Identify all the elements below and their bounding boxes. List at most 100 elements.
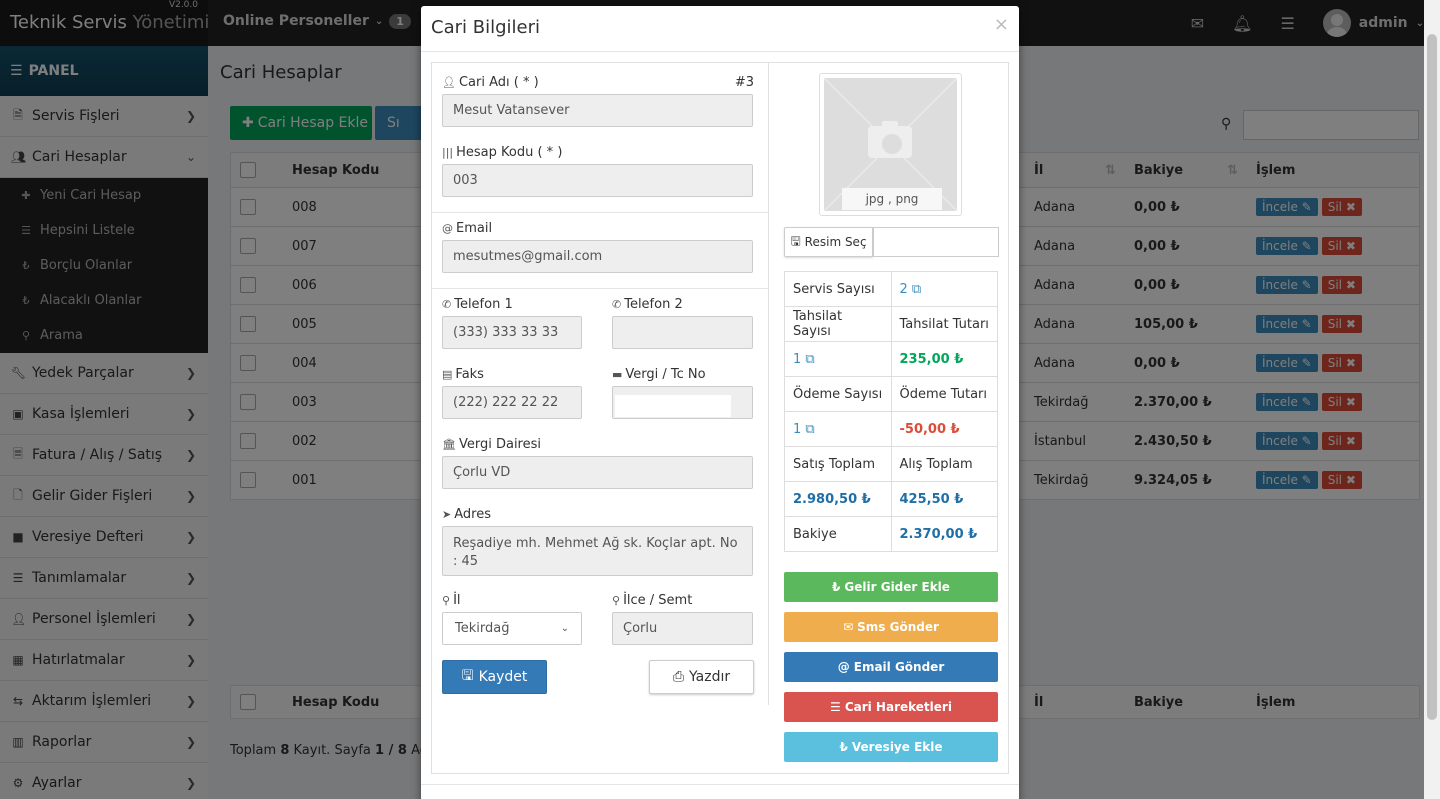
- credit-card-icon: ▬: [612, 368, 623, 381]
- ilce-input[interactable]: Çorlu: [612, 612, 753, 645]
- vergi-dairesi-label: 🏛︎ Vergi Dairesi: [442, 437, 541, 452]
- lira-icon: ₺: [839, 740, 848, 754]
- modal-body: 👤︎ Cari Adı ( * ) #3 Mesut Vatansever |||…: [431, 62, 1009, 774]
- add-credit-button[interactable]: ₺ Veresiye Ekle: [784, 732, 998, 762]
- email-input[interactable]: mesutmes@gmail.com: [442, 240, 753, 273]
- external-link-icon: ⧉: [805, 351, 815, 367]
- modal-footer-divider: [421, 784, 1019, 785]
- faks-label-text: Faks: [455, 367, 484, 382]
- add-credit-label: Veresiye Ekle: [851, 740, 943, 754]
- faks-label: ▤ Faks: [442, 367, 484, 382]
- odeme-total-value: -50,00 ₺: [890, 411, 998, 447]
- save-icon: 🖫: [461, 668, 474, 684]
- adres-label-text: Adres: [454, 507, 491, 522]
- at-icon: @: [837, 660, 850, 674]
- print-button[interactable]: ⎙ Yazdır: [649, 660, 754, 694]
- chevron-down-icon: ⌄: [560, 623, 569, 634]
- email-label-text: Email: [456, 221, 493, 236]
- vergi-dairesi-input[interactable]: Çorlu VD: [442, 456, 753, 489]
- ilce-label-text: İlce / Semt: [623, 593, 693, 608]
- cari-adi-input[interactable]: Mesut Vatansever: [442, 94, 753, 127]
- table-row: Satış Toplam Alış Toplam: [784, 446, 998, 482]
- location-arrow-icon: ➤: [442, 508, 452, 521]
- vergi-input-value: [615, 395, 731, 417]
- list-icon: ☰: [830, 700, 841, 714]
- form-column: 👤︎ Cari Adı ( * ) #3 Mesut Vatansever |||…: [432, 63, 769, 705]
- summary-column: jpg , png 🖫 Resim Seç Servis Sayısı 2 ⧉ T…: [769, 63, 1010, 775]
- camera-icon: [868, 121, 912, 158]
- add-income-expense-button[interactable]: ₺ Gelir Gider Ekle: [784, 572, 998, 602]
- table-row: Bakiye 2.370,00 ₺: [784, 516, 998, 552]
- send-email-button[interactable]: @ Email Gönder: [784, 652, 998, 682]
- il-select[interactable]: Tekirdağ ⌄: [442, 612, 582, 645]
- page-scrollbar[interactable]: [1424, 0, 1440, 799]
- satis-total-value: 2.980,50 ₺: [784, 481, 892, 517]
- satis-total-label: Satış Toplam: [784, 446, 892, 482]
- faks-input[interactable]: (222) 222 22 22: [442, 386, 582, 419]
- odeme-count-label: Ödeme Sayısı: [784, 376, 892, 412]
- modal-title: Cari Bilgileri: [431, 17, 540, 38]
- telefon1-label-text: Telefon 1: [454, 297, 513, 312]
- vergi-input[interactable]: [612, 386, 753, 419]
- add-income-expense-label: Gelir Gider Ekle: [844, 580, 950, 594]
- hesap-kodu-label: ||| Hesap Kodu ( * ): [442, 145, 562, 160]
- envelope-icon: ✉: [843, 620, 854, 634]
- bakiye-value: 2.370,00 ₺: [890, 516, 998, 552]
- map-marker-icon: ⚲: [612, 594, 621, 607]
- email-label: @ Email: [442, 221, 492, 236]
- tahsilat-total-value: 235,00 ₺: [890, 341, 998, 377]
- phone-icon: ✆: [442, 298, 452, 311]
- image-file-input[interactable]: [873, 227, 999, 257]
- save-icon: 🖫: [790, 233, 801, 248]
- table-row: 1 ⧉ 235,00 ₺: [784, 341, 998, 377]
- save-button[interactable]: 🖫 Kaydet: [442, 660, 547, 694]
- tahsilat-count-link[interactable]: 1 ⧉: [784, 341, 892, 377]
- vergi-dairesi-label-text: Vergi Dairesi: [458, 437, 541, 452]
- tahsilat-count-value: 1: [793, 351, 802, 367]
- tahsilat-count-label: Tahsilat Sayısı: [784, 306, 892, 342]
- external-link-icon: ⧉: [911, 281, 922, 297]
- account-stats-table: Servis Sayısı 2 ⧉ Tahsilat Sayısı Tahsil…: [784, 271, 998, 552]
- telefon2-input[interactable]: [612, 316, 753, 349]
- photo-frame: jpg , png: [819, 73, 962, 216]
- at-icon: @: [442, 222, 453, 235]
- bakiye-label: Bakiye: [784, 516, 892, 552]
- telefon1-input[interactable]: (333) 333 33 33: [442, 316, 582, 349]
- tahsilat-total-label: Tahsilat Tutarı: [890, 306, 998, 342]
- il-label-text: İl: [453, 593, 461, 608]
- table-row: Tahsilat Sayısı Tahsilat Tutarı: [784, 306, 998, 342]
- cari-info-modal: Cari Bilgileri × 👤︎ Cari Adı ( * ) #3 Mes…: [421, 6, 1019, 799]
- barcode-icon: |||: [442, 146, 454, 159]
- close-icon[interactable]: ×: [994, 14, 1009, 35]
- hesap-kodu-input[interactable]: 003: [442, 164, 753, 197]
- cari-adi-label-text: Cari Adı ( * ): [458, 75, 539, 90]
- telefon2-label: ✆ Telefon 2: [612, 297, 683, 312]
- hesap-kodu-label-text: Hesap Kodu ( * ): [456, 145, 563, 160]
- il-selected: Tekirdağ: [455, 621, 510, 636]
- send-sms-label: Sms Gönder: [857, 620, 939, 634]
- adres-textarea[interactable]: Reşadiye mh. Mehmet Ağ sk. Koçlar apt. N…: [442, 526, 753, 576]
- odeme-count-value: 1: [793, 421, 802, 437]
- vergi-label-text: Vergi / Tc No: [625, 367, 706, 382]
- bank-icon: 🏛︎: [442, 438, 456, 451]
- odeme-total-label: Ödeme Tutarı: [890, 376, 998, 412]
- user-icon: 👤︎: [442, 76, 456, 89]
- account-movements-label: Cari Hareketleri: [844, 700, 952, 714]
- send-sms-button[interactable]: ✉ Sms Gönder: [784, 612, 998, 642]
- account-movements-button[interactable]: ☰ Cari Hareketleri: [784, 692, 998, 722]
- choose-image-button[interactable]: 🖫 Resim Seç: [784, 227, 873, 257]
- alis-total-label: Alış Toplam: [890, 446, 998, 482]
- table-row: Servis Sayısı 2 ⧉: [784, 271, 998, 307]
- alis-total-value: 425,50 ₺: [890, 481, 998, 517]
- cari-adi-label: 👤︎ Cari Adı ( * ): [442, 75, 539, 90]
- contact-section: ✆ Telefon 1 (333) 333 33 33 ✆ Telefon 2 ▤ F…: [432, 289, 769, 705]
- table-row: 2.980,50 ₺ 425,50 ₺: [784, 481, 998, 517]
- adres-label: ➤ Adres: [442, 507, 491, 522]
- modal-header: Cari Bilgileri ×: [421, 6, 1019, 52]
- scrollbar-thumb[interactable]: [1427, 34, 1437, 720]
- odeme-count-link[interactable]: 1 ⧉: [784, 411, 892, 447]
- print-button-label: Yazdır: [689, 669, 731, 685]
- servis-count-link[interactable]: 2 ⧉: [890, 271, 998, 307]
- choose-image-label: Resim Seç: [804, 235, 867, 249]
- external-link-icon: ⧉: [805, 421, 815, 437]
